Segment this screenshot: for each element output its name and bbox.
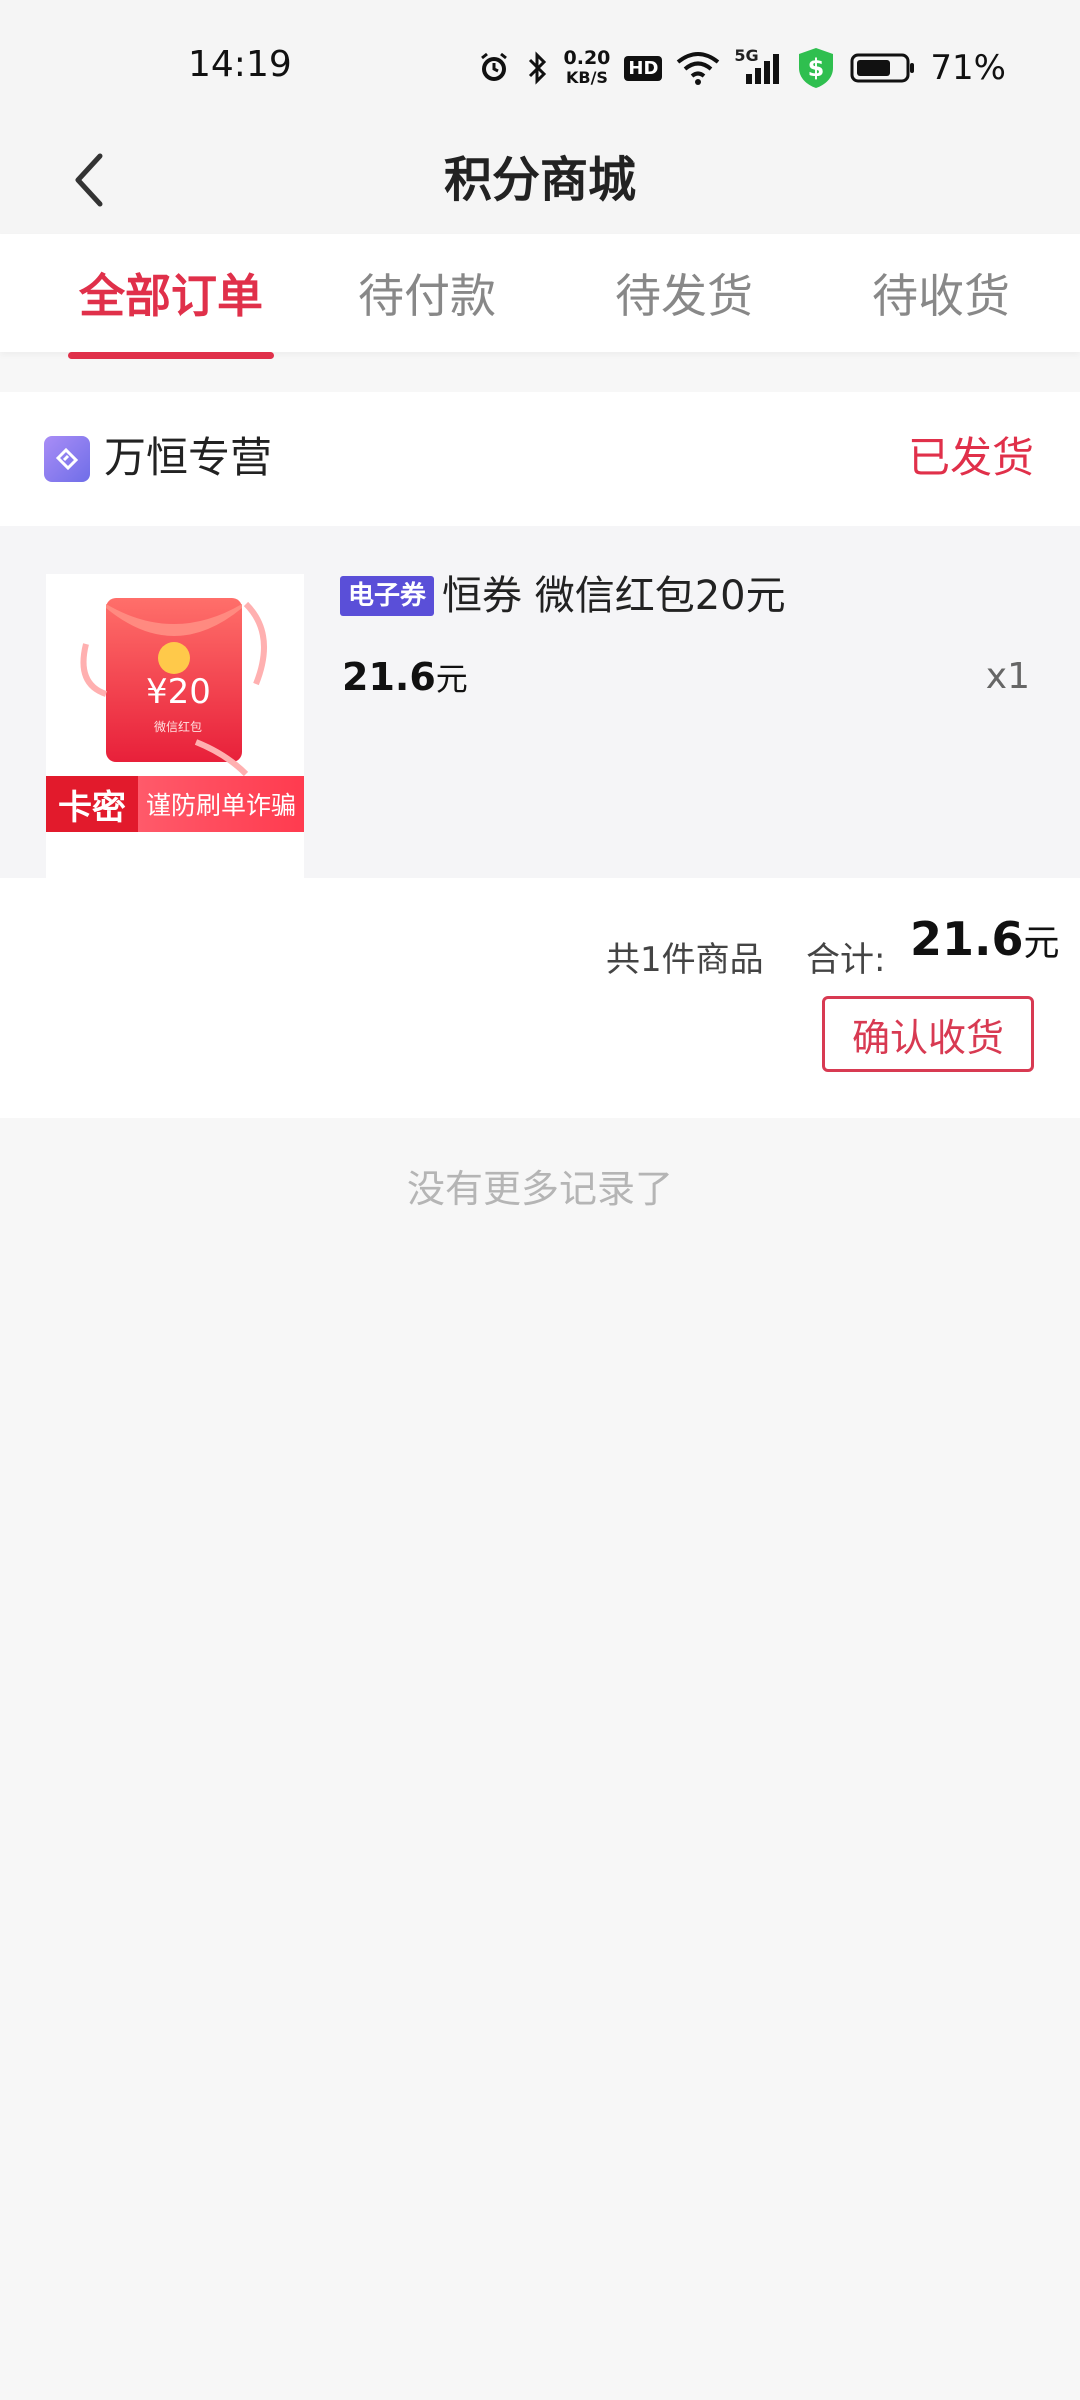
net-speed-value: 0.20 <box>563 47 611 69</box>
goods-title: 电子券 恒券 微信红包20元 <box>340 568 786 624</box>
coupon-icon <box>44 436 90 482</box>
bluetooth-icon <box>526 48 550 88</box>
status-icons: 0.20 KB/S HD 5G $ 71% <box>476 40 1006 96</box>
header: 积分商城 <box>0 130 1080 234</box>
signal-icon: 5G <box>734 46 782 88</box>
goods-title-text: 恒券 微信红包20元 <box>442 573 786 619</box>
summary-total-number: 21.6 <box>910 912 1024 966</box>
tab-pending-shipment[interactable]: 待发货 <box>549 234 819 352</box>
net-speed: 0.20 KB/S <box>563 47 611 88</box>
goods-quantity: x1 <box>985 656 1030 697</box>
alarm-icon <box>476 48 512 88</box>
thumb-tag-left: 卡密 <box>46 776 138 832</box>
tab-pending-payment[interactable]: 待付款 <box>292 234 562 352</box>
net-speed-unit: KB/S <box>565 68 608 87</box>
tab-active-indicator <box>68 352 274 359</box>
goods-image: ¥20 微信红包 卡密 谨防刷单诈骗 <box>46 574 304 832</box>
thumb-amount: ¥20 <box>146 672 211 712</box>
tab-all-orders[interactable]: 全部订单 <box>36 234 306 352</box>
goods-price-value: 21.6 <box>342 655 436 699</box>
goods-price-unit: 元 <box>435 660 468 698</box>
no-more-records: 没有更多记录了 <box>406 1167 673 1211</box>
summary-count: 共1件商品 <box>606 940 764 980</box>
status-bar: 14:19 0.20 KB/S HD 5G $ 71% <box>0 0 1080 130</box>
order-status: 已发货 <box>907 433 1034 482</box>
goods-price: 21.6元 <box>342 654 468 700</box>
battery-icon <box>850 48 916 88</box>
summary-total-value: 21.6元 <box>910 912 1060 966</box>
thumb-tag-right: 谨防刷单诈骗 <box>138 776 304 832</box>
confirm-receipt-button[interactable]: 确认收货 <box>822 996 1034 1072</box>
summary-total-unit: 元 <box>1023 923 1060 964</box>
order-tabs: 全部订单 待付款 待发货 待收货 <box>0 234 1080 359</box>
wifi-icon <box>676 48 720 88</box>
order-summary: 共1件商品 合计: 21.6元 确认收货 <box>0 878 1080 1118</box>
store-name: 万恒专营 <box>104 433 273 482</box>
network-type: 5G <box>734 46 759 65</box>
thumb-caption: 微信红包 <box>154 720 203 734</box>
summary-total-label: 合计: <box>806 940 886 980</box>
goods-tag: 电子券 <box>340 576 435 616</box>
hd-icon: HD <box>624 48 663 88</box>
status-time: 14:19 <box>188 44 292 85</box>
thumb-tag: 卡密 谨防刷单诈骗 <box>46 776 304 832</box>
store-row: 万恒专营 已发货 <box>0 392 1080 526</box>
tab-pending-receipt[interactable]: 待收货 <box>806 234 1076 352</box>
hd-label: HD <box>624 55 663 81</box>
security-shield-icon: $ <box>796 48 836 88</box>
page-title: 积分商城 <box>443 152 636 208</box>
svg-text:$: $ <box>808 54 825 82</box>
battery-percent: 71% <box>930 48 1006 88</box>
